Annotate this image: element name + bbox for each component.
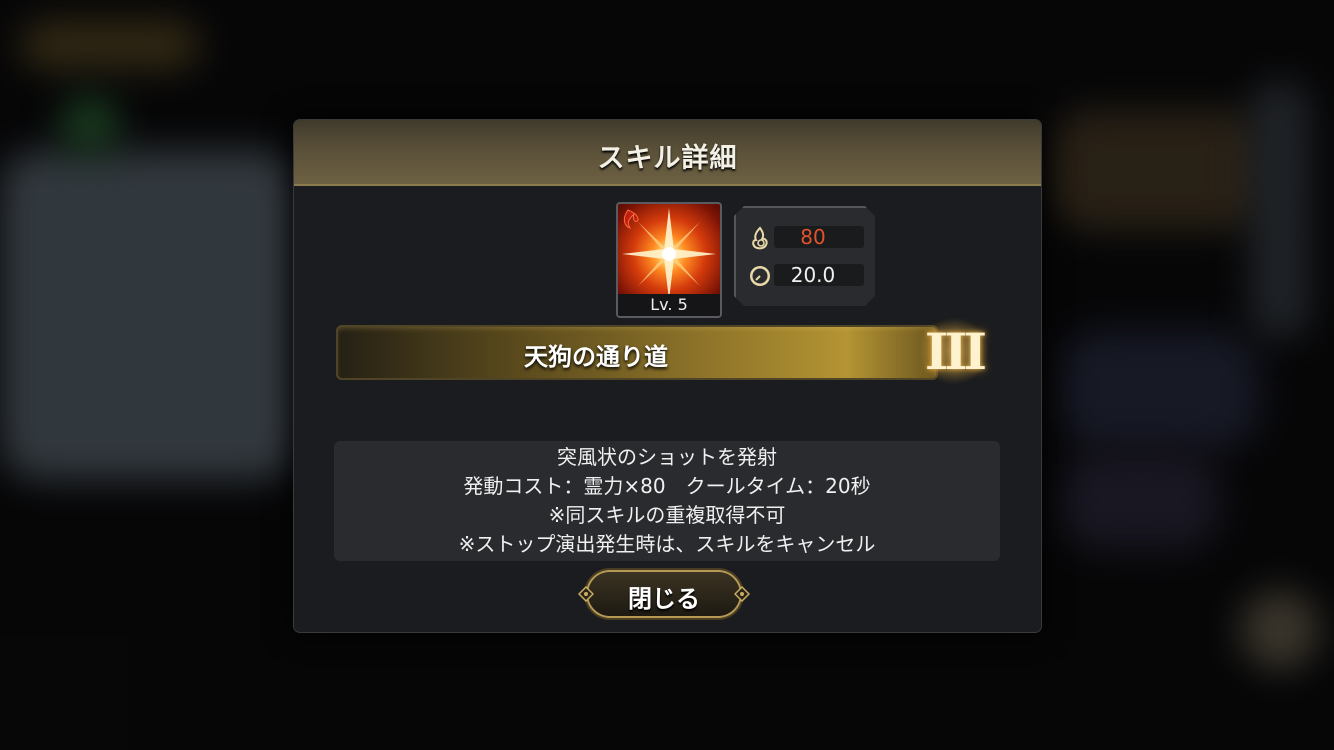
skill-name: 天狗の通り道 [524, 343, 668, 371]
close-button[interactable]: 閉じる [578, 570, 750, 620]
skill-name-bar: 天狗の通り道 [336, 325, 938, 380]
modal-title: スキル詳細 [597, 143, 738, 174]
skill-detail-modal: スキル詳細 Lv. 5 80 20.0 天狗の通り道 III 突風状のショットを… [294, 120, 1041, 632]
cost-row: 80 [748, 226, 864, 250]
spirit-flame-icon [752, 226, 768, 250]
modal-header: スキル詳細 [294, 120, 1041, 186]
skill-stats-panel: 80 20.0 [734, 206, 875, 306]
description-line: ※ストップ演出発生時は、スキルをキャンセル [458, 532, 876, 556]
cooldown-value: 20.0 [790, 263, 836, 287]
burst-star-icon: Lv. 5 [616, 202, 722, 318]
skill-level-label: Lv. 5 [618, 294, 720, 316]
description-line: 突風状のショットを発射 [557, 445, 777, 469]
cooldown-row: 20.0 [748, 264, 864, 288]
close-button-label: 閉じる [628, 585, 700, 613]
skill-description: 突風状のショットを発射 発動コスト：霊力×80 クールタイム：20秒 ※同スキル… [334, 441, 1000, 561]
rank-numeral: III [924, 322, 987, 381]
cost-value: 80 [800, 225, 826, 249]
skill-rank-badge: III [920, 318, 988, 384]
clock-icon [750, 266, 770, 286]
description-line: ※同スキルの重複取得不可 [548, 503, 786, 527]
description-line: 発動コスト：霊力×80 クールタイム：20秒 [463, 474, 871, 498]
